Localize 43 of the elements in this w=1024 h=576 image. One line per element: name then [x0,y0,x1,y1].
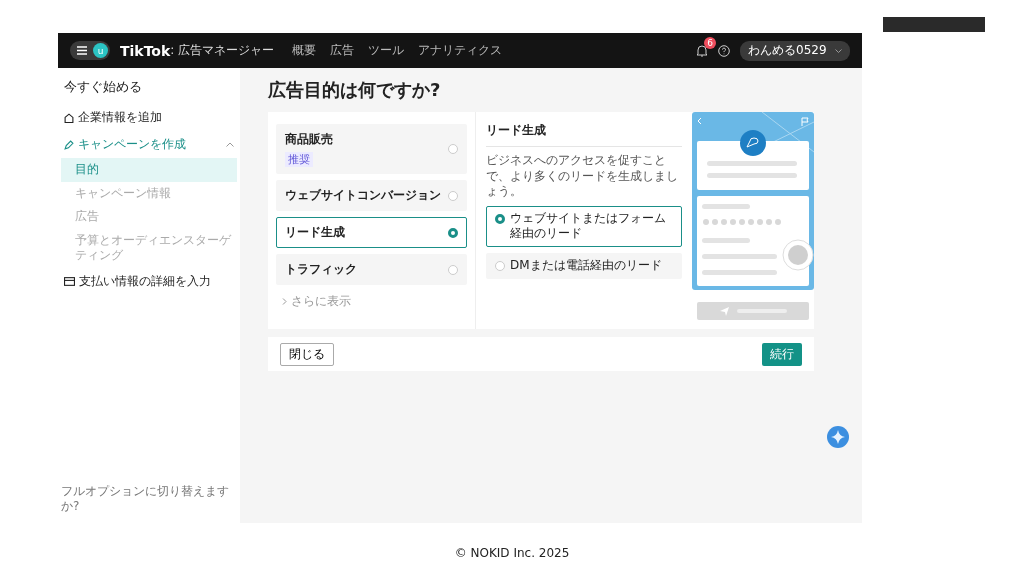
radio-icon [495,213,505,224]
sidebar-title: 今すぐ始める [63,78,143,96]
nav-link[interactable]: 広告 [330,42,355,59]
chevron-icon [282,298,287,305]
pencil-icon [64,139,74,150]
radio-icon [495,260,505,271]
sidebar-subitem[interactable]: 目的 [61,158,237,182]
radio-icon [448,227,458,238]
close-button[interactable]: 閉じる [280,342,334,366]
radio-icon [448,144,458,154]
home-icon [64,112,74,123]
notification-badge: 6 [704,37,716,49]
objective-option[interactable]: ウェブサイトコンバージョン [276,180,467,211]
lead-option[interactable]: ウェブサイトまたはフォーム経由のリード [486,205,682,247]
radio-icon [448,264,458,275]
caret-icon [835,48,842,53]
avatar: u [93,43,108,58]
objective-option[interactable]: リード生成 [276,217,467,248]
product-name: : 広告マネージャー [170,42,275,59]
page-title: 広告目的は何ですか? [268,78,442,102]
objective-option[interactable]: トラフィック [276,254,467,285]
copyright-text: © NOKID Inc. 2025 [453,546,571,560]
recommended-tag: 推奨 [285,152,313,167]
account-dropdown[interactable]: わんめる0529 [740,40,850,61]
radio-icon [448,190,458,201]
sidebar-item[interactable]: 支払い情報の詳細を入力 [61,267,237,295]
switch-mode-link[interactable]: フルオプションに切り替えますか? [61,483,237,515]
lead-option[interactable]: DMまたは電話経由のリード [486,252,682,279]
continue-button[interactable]: 続行 [762,342,802,366]
detail-description: ビジネスへのアクセスを促すことで、より多くのリードを生成しましょう。 [486,153,679,200]
nav-link[interactable]: アナリティクス [418,42,503,59]
help-icon[interactable] [718,44,730,57]
nav-link[interactable]: 概要 [292,42,317,59]
menu-icon [77,46,87,55]
nav-link[interactable]: ツール [368,42,405,59]
sparkle-icon[interactable] [827,426,849,448]
sidebar-item[interactable]: キャンペーンを作成 [61,131,237,158]
chevron-icon [226,142,234,147]
objective-option[interactable]: 商品販売 推奨 [276,124,467,174]
sidebar-item[interactable]: 企業情報を追加 [61,104,237,131]
detail-title: リード生成 [486,122,682,147]
card-icon [64,276,75,286]
bell-icon[interactable] [696,44,708,57]
